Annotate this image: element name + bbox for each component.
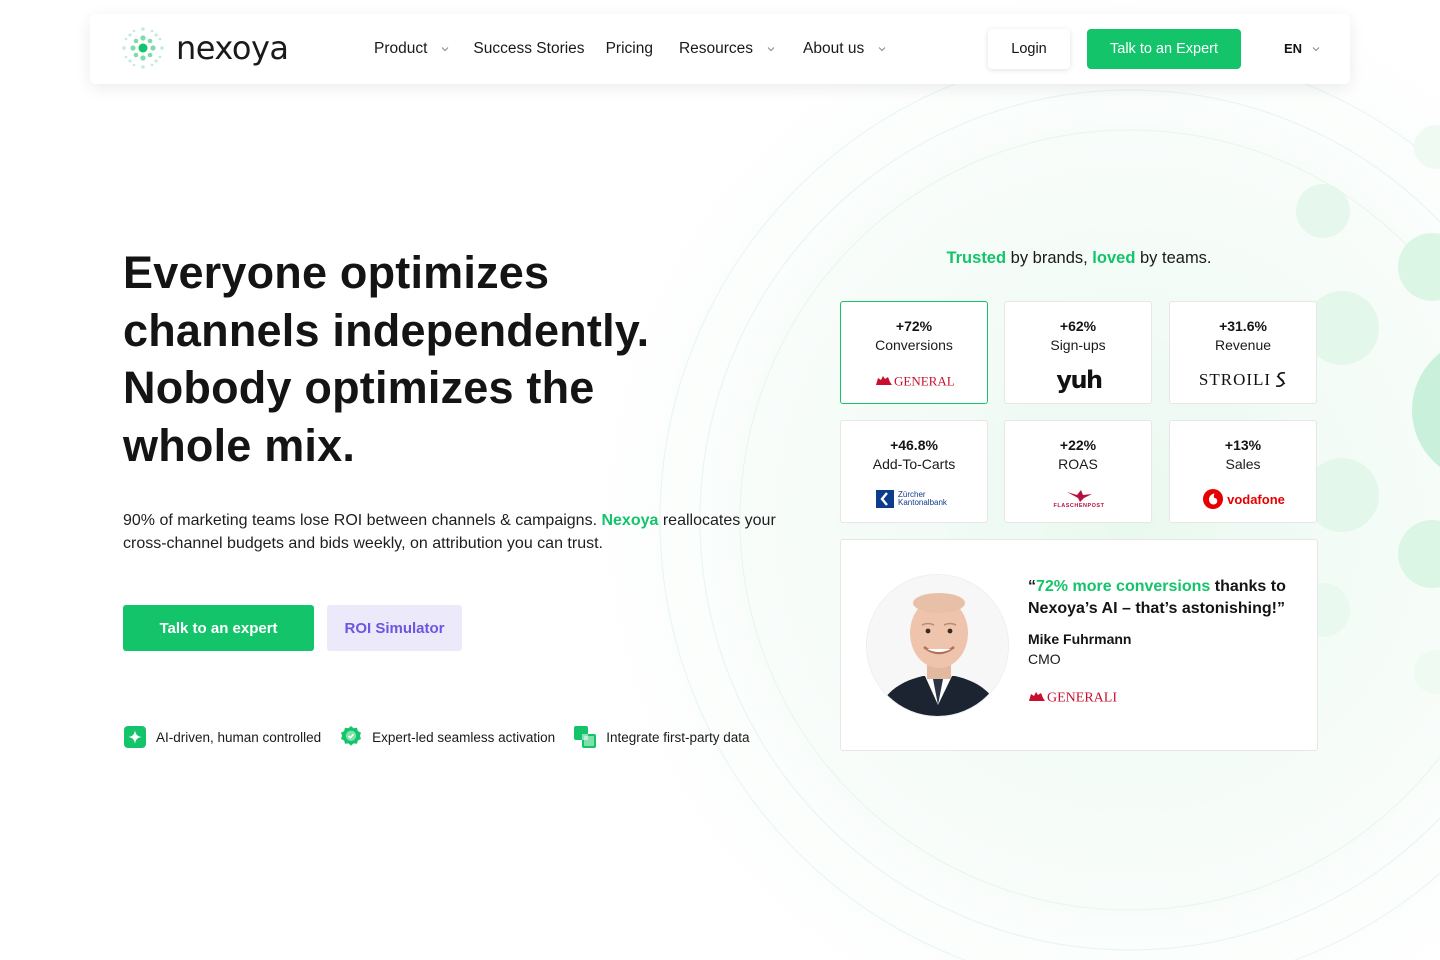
feature-list: AI-driven, human controlled Expert-led s… [123, 725, 768, 749]
result-label: Sales [1225, 456, 1261, 472]
yuh-wordmark: yuh [1056, 366, 1103, 394]
result-label: Conversions [875, 337, 953, 353]
menu-item-product[interactable]: Product [374, 40, 449, 58]
generali-lion-icon: GENERALI [876, 374, 955, 389]
data-layers-icon [574, 726, 597, 748]
menu-item-label: Success Stories [473, 40, 585, 57]
flaschenpost-bird-icon [1067, 490, 1092, 502]
feature-label: AI-driven, human controlled [156, 729, 322, 745]
result-label: ROAS [1058, 456, 1098, 472]
subtitle-brand: Nexoya [601, 512, 659, 529]
zkb-wordmark: Zürcher Kantonalbank [898, 490, 947, 507]
quote-mark: “ [1028, 578, 1036, 595]
chevron-down-icon [878, 47, 886, 52]
yuh-logo: yuh [1005, 368, 1153, 392]
result-label: Add-To-Carts [872, 456, 956, 472]
hero-subtitle: 90% of marketing teams lose ROI between … [123, 509, 783, 555]
result-card[interactable]: +72% Conversions GENERALI [840, 301, 988, 404]
top-navigation: nexoya Product Success Stories Pricing R… [90, 14, 1350, 84]
testimonial-role: CMO [1028, 651, 1061, 667]
result-card[interactable]: +13% Sales vodafone [1169, 420, 1317, 523]
result-card[interactable]: +31.6% Revenue STROILI [1169, 301, 1317, 404]
generali-logo: GENERALI [841, 368, 989, 392]
feature-label: Integrate first-party data [606, 729, 750, 745]
result-card[interactable]: +22% ROAS FLASCHENPOST [1004, 420, 1152, 523]
result-value: +46.8% [890, 437, 938, 453]
hero-title-line: channels independently. [123, 304, 650, 356]
result-value: +31.6% [1219, 318, 1267, 334]
roi-simulator-button[interactable]: ROI Simulator [327, 605, 462, 651]
result-value: +62% [1059, 318, 1097, 334]
chevron-down-icon [1312, 46, 1320, 51]
main-menu: Product Success Stories Pricing Resource… [374, 14, 886, 84]
testimonial-name: Mike Fuhrmann [1028, 631, 1132, 647]
talk-to-an-expert-button[interactable]: Talk to an expert [123, 605, 314, 651]
stroili-logo: STROILI [1170, 368, 1318, 392]
generali-lion-icon: GENERALI [1029, 691, 1117, 706]
generali-wordmark: GENERALI [894, 374, 955, 389]
language-label: EN [1284, 41, 1303, 56]
logo-text: nexoya [176, 29, 289, 67]
language-selector[interactable]: EN [1284, 41, 1320, 56]
vodafone-speechmark-icon [1203, 489, 1224, 509]
vodafone-wordmark: vodafone [1227, 491, 1285, 507]
feature-label: Expert-led seamless activation [372, 729, 556, 745]
trust-word-loved: loved [1092, 249, 1136, 267]
testimonial-card: “72% more conversions thanks to Nexoya’s… [840, 539, 1318, 751]
menu-item-label: Product [374, 40, 428, 57]
login-button[interactable]: Login [988, 29, 1070, 69]
feature-item: AI-driven, human controlled [123, 725, 321, 749]
feature-item: Integrate first-party data [573, 725, 750, 749]
menu-item-resources[interactable]: Resources [679, 40, 775, 58]
flaschenpost-logo: FLASCHENPOST [1005, 487, 1153, 511]
menu-item-pricing[interactable]: Pricing [606, 40, 653, 58]
hero-title-line: whole mix. [123, 419, 356, 471]
result-card[interactable]: +62% Sign-ups yuh [1004, 301, 1152, 404]
result-label: Revenue [1214, 337, 1272, 353]
talk-to-expert-button[interactable]: Talk to an Expert [1087, 29, 1241, 69]
stroili-monogram-icon [1275, 372, 1286, 387]
generali-wordmark: GENERALI [1047, 691, 1117, 706]
menu-item-about-us[interactable]: About us [803, 40, 886, 58]
ai-sparkle-icon [124, 726, 146, 748]
hero-title-line: Everyone optimizes [123, 247, 550, 298]
zkb-shield-icon [876, 490, 894, 508]
zkb-logo: Zürcher Kantonalbank [841, 487, 989, 511]
result-label: Sign-ups [1050, 337, 1106, 353]
trust-text: by brands, [1006, 249, 1093, 267]
flaschenpost-wordmark: FLASCHENPOST [1053, 503, 1105, 509]
trust-text: by teams. [1135, 249, 1212, 267]
trust-heading: Trusted by brands, loved by teams. [840, 249, 1318, 268]
person-portrait-icon [867, 575, 1008, 716]
hero-title: Everyone optimizes channels independentl… [123, 244, 723, 474]
stroili-wordmark: STROILI [1198, 370, 1272, 389]
vodafone-logo: vodafone [1170, 487, 1318, 511]
nexoya-logo[interactable]: nexoya [120, 25, 289, 71]
testimonial-quote: “72% more conversions thanks to Nexoya’s… [1028, 576, 1298, 620]
subtitle-text: 90% of marketing teams lose ROI between … [123, 512, 602, 529]
quote-highlight: 72% more conversions [1036, 578, 1211, 595]
menu-item-label: Resources [678, 40, 754, 57]
generali-logo: GENERALI [1028, 687, 1120, 710]
result-value: +22% [1059, 437, 1097, 453]
nexoya-logo-icon [122, 27, 164, 69]
trust-word-trusted: Trusted [946, 249, 1007, 267]
feature-item: Expert-led seamless activation [339, 725, 555, 749]
hero-title-line: Nobody optimizes the [123, 362, 595, 413]
menu-item-label: About us [803, 40, 865, 57]
menu-item-label: Pricing [605, 40, 653, 57]
chevron-down-icon [767, 47, 775, 52]
menu-item-success-stories[interactable]: Success Stories [473, 40, 584, 58]
avatar [866, 574, 1009, 717]
verified-badge-icon [341, 726, 362, 746]
chevron-down-icon [442, 47, 449, 52]
result-value: +13% [1224, 437, 1262, 453]
result-card[interactable]: +46.8% Add-To-Carts Zürcher Kantonalbank [840, 420, 988, 523]
result-value: +72% [895, 318, 933, 334]
